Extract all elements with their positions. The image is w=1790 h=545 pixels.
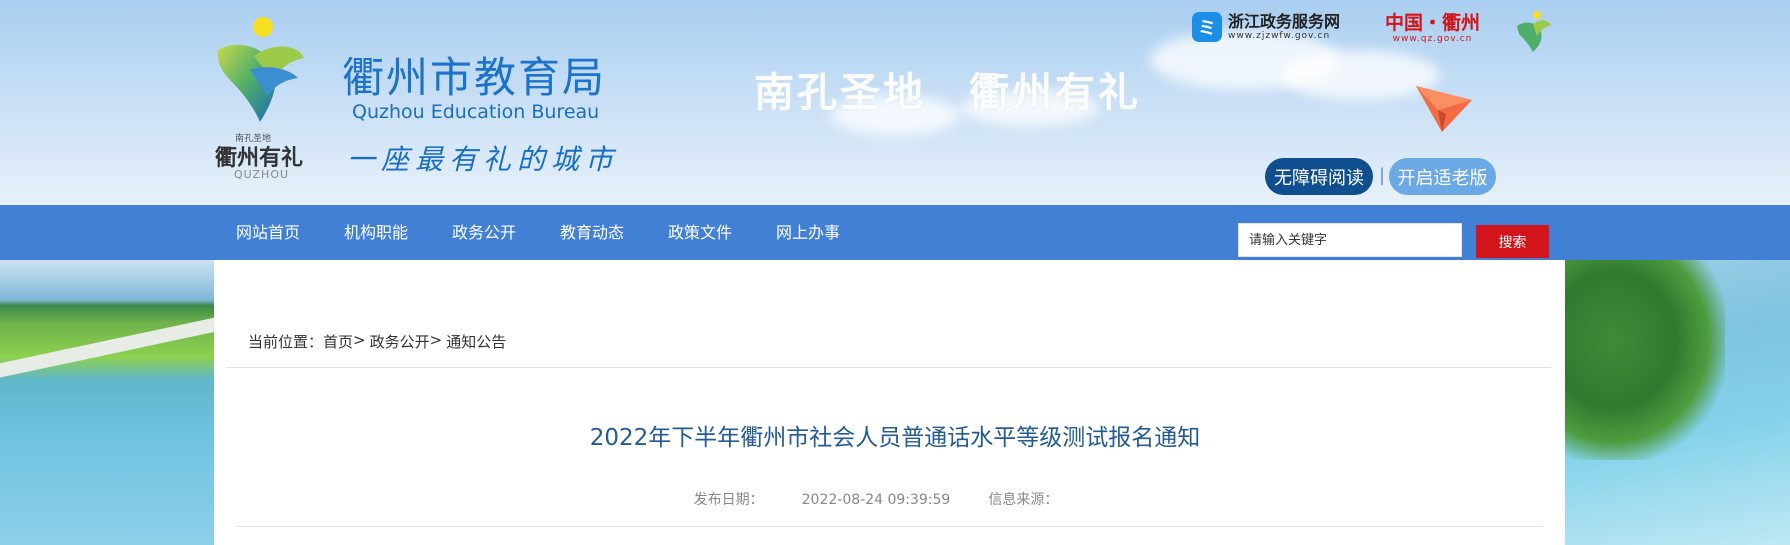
- breadcrumb-separator: >: [353, 331, 366, 349]
- riverbank-decoration: [0, 313, 214, 381]
- site-title-en: Quzhou Education Bureau: [352, 101, 600, 123]
- breadcrumb: 当前位置： 首页 > 政务公开 > 通知公告: [248, 331, 506, 352]
- mini-city-logo-icon[interactable]: [1515, 10, 1551, 54]
- city-logo-emblem-icon: [217, 44, 304, 122]
- breadcrumb-item-government-affairs[interactable]: 政务公开: [370, 331, 430, 352]
- qzgov-link[interactable]: 中国・衢州 www.qz.gov.cn: [1385, 12, 1480, 44]
- publish-date-group: 发布日期： 2022-08-24 09:39:59: [694, 492, 951, 508]
- search-button[interactable]: 搜索: [1476, 225, 1549, 258]
- zjzwfw-name: 浙江政务服务网: [1228, 12, 1341, 31]
- meta-divider: [237, 526, 1543, 527]
- site-title: 衢州市教育局: [342, 53, 607, 102]
- header-button-separator: |: [1379, 165, 1386, 186]
- paper-plane-icon: [1416, 86, 1472, 132]
- logo-caption-en: QUZHOU: [234, 168, 290, 181]
- nav-item-home[interactable]: 网站首页: [214, 205, 322, 260]
- accessibility-reading-button[interactable]: 无障碍阅读: [1265, 158, 1373, 195]
- source-group: 信息来源：: [988, 492, 1096, 508]
- qzgov-name: 中国・衢州: [1385, 12, 1481, 34]
- qzgov-url: www.qz.gov.cn: [1392, 34, 1473, 44]
- article-title: 2022年下半年衢州市社会人员普通话水平等级测试报名通知: [589, 425, 1201, 451]
- nav-item-policy-documents[interactable]: 政策文件: [646, 205, 754, 260]
- article-meta: 发布日期： 2022-08-24 09:39:59 信息来源：: [0, 489, 1790, 509]
- zjzwfw-link[interactable]: ミ 浙江政务服务网 www.zjzwfw.gov.cn: [1192, 12, 1340, 42]
- breadcrumb-prefix: 当前位置：: [248, 333, 324, 351]
- zjzwfw-logo-icon: ミ: [1192, 12, 1222, 42]
- nav-item-online-services[interactable]: 网上办事: [754, 205, 862, 260]
- breadcrumb-item-notices[interactable]: 通知公告: [446, 331, 506, 352]
- nav-menu: 网站首页 机构职能 政务公开 教育动态 政策文件 网上办事: [214, 205, 862, 260]
- breadcrumb-separator: >: [429, 331, 443, 349]
- elder-mode-button[interactable]: 开启适老版: [1389, 158, 1496, 195]
- source-label: 信息来源：: [988, 492, 1059, 508]
- nav-item-education-news[interactable]: 教育动态: [538, 205, 646, 260]
- city-slogan: 一座最有礼的城市: [347, 143, 620, 176]
- publish-date-label: 发布日期：: [693, 492, 764, 508]
- zjzwfw-url: www.zjzwfw.gov.cn: [1228, 31, 1331, 41]
- logo-sun-icon: [253, 17, 273, 37]
- breadcrumb-divider: [226, 367, 1551, 368]
- nav-item-government-affairs[interactable]: 政务公开: [430, 205, 538, 260]
- site-header: 南孔圣地 衢州有礼 QUZHOU 衢州市教育局 Quzhou Education…: [0, 0, 1790, 205]
- nav-item-functions[interactable]: 机构职能: [322, 205, 430, 260]
- city-motto: 南孔圣地 衢州有礼: [754, 69, 1141, 116]
- publish-date-value: 2022-08-24 09:39:59: [801, 492, 951, 508]
- breadcrumb-item-home[interactable]: 首页: [323, 331, 353, 352]
- search-input[interactable]: [1238, 223, 1462, 257]
